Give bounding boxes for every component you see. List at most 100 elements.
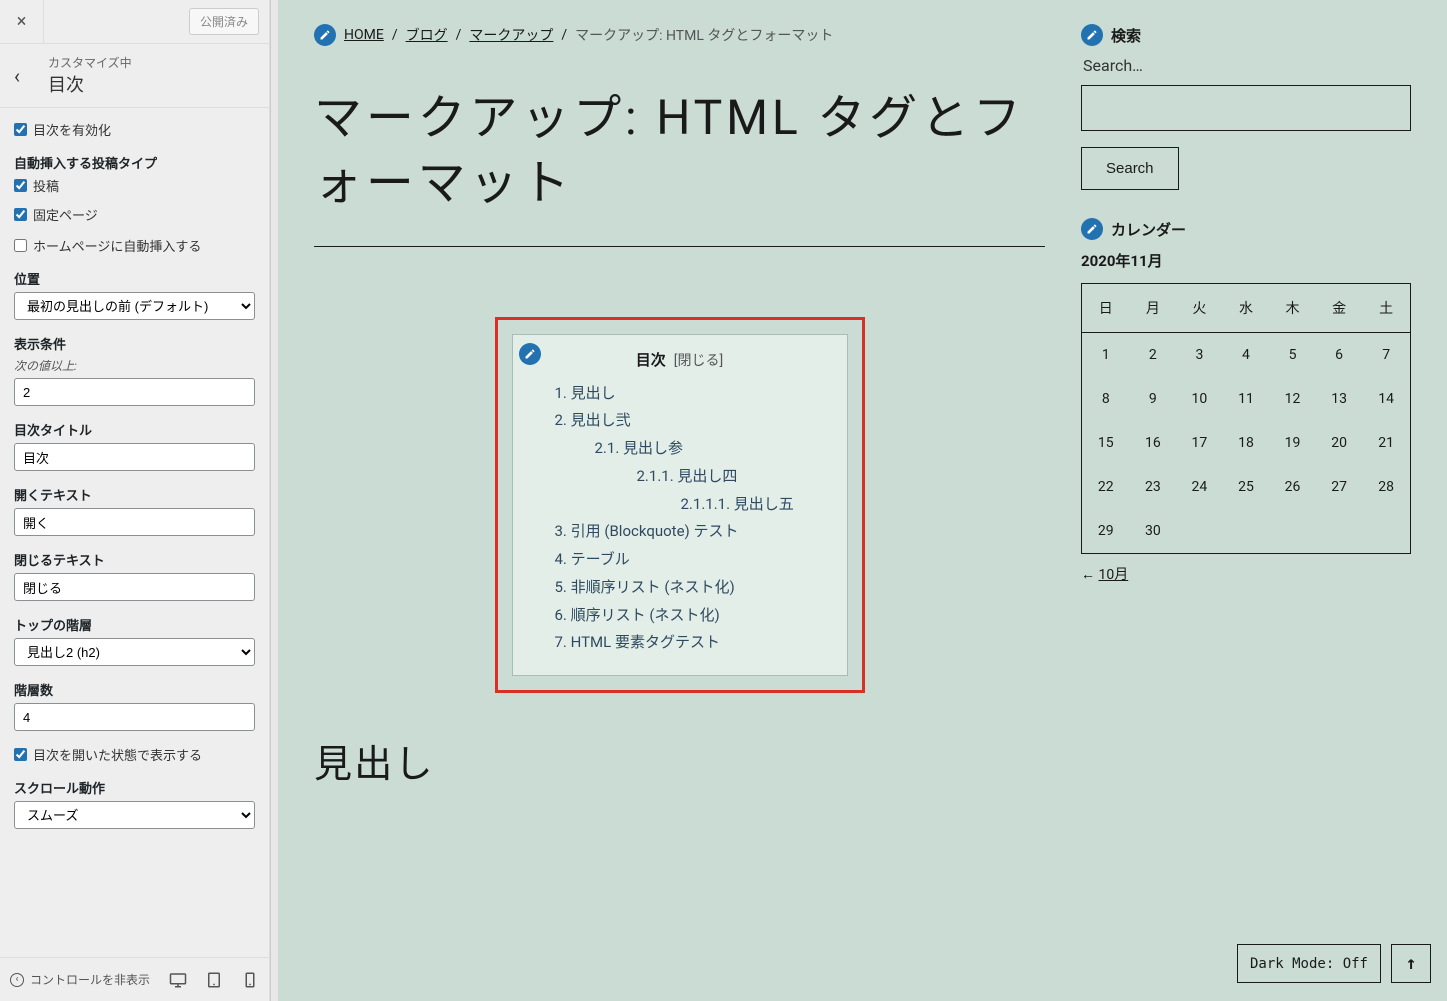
- breadcrumb-blog[interactable]: ブログ: [406, 25, 448, 45]
- calendar-day-header: 月: [1130, 284, 1177, 333]
- toc-title-input[interactable]: [14, 443, 255, 471]
- calendar-cell[interactable]: 13: [1316, 377, 1363, 421]
- calendar-cell[interactable]: 17: [1176, 421, 1223, 465]
- position-select[interactable]: 最初の見出しの前 (デフォルト): [14, 292, 255, 320]
- calendar-cell[interactable]: 26: [1269, 465, 1316, 509]
- calendar-cell[interactable]: 30: [1130, 509, 1177, 554]
- breadcrumb-home[interactable]: HOME: [344, 27, 384, 43]
- toc-item[interactable]: 1. 見出し: [533, 380, 827, 408]
- calendar-widget: カレンダー 2020年11月 日月火水木金土 12345678910111213…: [1081, 218, 1411, 584]
- dark-mode-toggle[interactable]: Dark Mode: Off: [1237, 944, 1381, 983]
- calendar-day-header: 木: [1269, 284, 1316, 333]
- calendar-widget-title: カレンダー: [1111, 219, 1186, 240]
- calendar-cell: [1316, 509, 1363, 554]
- toc-item[interactable]: 6. 順序リスト (ネスト化): [533, 602, 827, 630]
- calendar-cell[interactable]: 27: [1316, 465, 1363, 509]
- edit-shortcut-icon[interactable]: [1081, 218, 1103, 240]
- edit-shortcut-icon[interactable]: [314, 24, 336, 46]
- search-button[interactable]: Search: [1081, 147, 1179, 190]
- calendar-cell[interactable]: 14: [1362, 377, 1410, 421]
- search-input[interactable]: [1081, 85, 1411, 131]
- search-widget: 検索 Search… Search: [1081, 24, 1411, 190]
- sidebar-scrollbar[interactable]: [270, 0, 278, 1001]
- toc-item[interactable]: 2.1.1. 見出し四: [533, 463, 827, 491]
- calendar-cell[interactable]: 21: [1362, 421, 1410, 465]
- toc-item[interactable]: 2.1. 見出し参: [533, 435, 827, 463]
- calendar-cell[interactable]: 28: [1362, 465, 1410, 509]
- calendar-day-header: 火: [1176, 284, 1223, 333]
- open-text-input[interactable]: [14, 508, 255, 536]
- toc-highlight-box: 目次 [閉じる] 1. 見出し2. 見出し弐2.1. 見出し参2.1.1. 見出…: [495, 317, 865, 694]
- toc-title-label: 目次タイトル: [14, 420, 255, 439]
- calendar-cell[interactable]: 5: [1269, 333, 1316, 378]
- close-text-input[interactable]: [14, 573, 255, 601]
- calendar-cell[interactable]: 6: [1316, 333, 1363, 378]
- hide-controls-toggle[interactable]: ‹ コントロールを非表示: [10, 971, 169, 988]
- calendar-day-header: 金: [1316, 284, 1363, 333]
- calendar-day-header: 土: [1362, 284, 1410, 333]
- top-level-label: トップの階層: [14, 615, 255, 634]
- calendar-cell[interactable]: 15: [1082, 421, 1130, 465]
- toc-item[interactable]: 3. 引用 (Blockquote) テスト: [533, 518, 827, 546]
- post-checkbox[interactable]: 投稿: [14, 176, 255, 195]
- calendar-cell[interactable]: 2: [1130, 333, 1177, 378]
- toc-item[interactable]: 7. HTML 要素タグテスト: [533, 629, 827, 657]
- toc-item[interactable]: 2. 見出し弐: [533, 407, 827, 435]
- tablet-icon[interactable]: [205, 971, 223, 989]
- calendar-cell[interactable]: 24: [1176, 465, 1223, 509]
- calendar-cell[interactable]: 10: [1176, 377, 1223, 421]
- display-condition-sublabel: 次の値以上:: [14, 357, 255, 374]
- page-checkbox[interactable]: 固定ページ: [14, 205, 255, 224]
- position-label: 位置: [14, 269, 255, 288]
- calendar-cell[interactable]: 22: [1082, 465, 1130, 509]
- back-button[interactable]: ‹: [14, 64, 38, 88]
- calendar-cell[interactable]: 4: [1223, 333, 1270, 378]
- edit-shortcut-icon[interactable]: [519, 343, 541, 365]
- calendar-cell[interactable]: 29: [1082, 509, 1130, 554]
- publish-button[interactable]: 公開済み: [189, 8, 259, 35]
- calendar-cell[interactable]: 8: [1082, 377, 1130, 421]
- open-text-label: 開くテキスト: [14, 485, 255, 504]
- mobile-icon[interactable]: [241, 971, 259, 989]
- calendar-cell[interactable]: 19: [1269, 421, 1316, 465]
- calendar-cell[interactable]: 11: [1223, 377, 1270, 421]
- calendar-day-header: 水: [1223, 284, 1270, 333]
- calendar-prev-link[interactable]: ← 10月: [1081, 564, 1411, 584]
- calendar-cell[interactable]: 1: [1082, 333, 1130, 378]
- calendar-cell[interactable]: 18: [1223, 421, 1270, 465]
- enable-toc-checkbox[interactable]: 目次を有効化: [14, 120, 255, 139]
- depth-input[interactable]: [14, 703, 255, 731]
- toc-item[interactable]: 2.1.1.1. 見出し五: [533, 491, 827, 519]
- calendar-day-header: 日: [1082, 284, 1130, 333]
- breadcrumb-markup[interactable]: マークアップ: [469, 25, 553, 45]
- calendar-cell[interactable]: 25: [1223, 465, 1270, 509]
- desktop-icon[interactable]: [169, 971, 187, 989]
- top-level-select[interactable]: 見出し2 (h2): [14, 638, 255, 666]
- calendar-cell[interactable]: 9: [1130, 377, 1177, 421]
- calendar-month: 2020年11月: [1081, 250, 1411, 271]
- calendar-cell: [1362, 509, 1410, 554]
- heading-h2: 見出し: [314, 733, 1045, 788]
- calendar-cell[interactable]: 23: [1130, 465, 1177, 509]
- close-button[interactable]: ×: [0, 0, 44, 44]
- scroll-behavior-select[interactable]: スムーズ: [14, 801, 255, 829]
- depth-label: 階層数: [14, 680, 255, 699]
- toc-toggle[interactable]: [閉じる]: [674, 353, 723, 369]
- calendar-cell[interactable]: 20: [1316, 421, 1363, 465]
- calendar-cell[interactable]: 7: [1362, 333, 1410, 378]
- toc-item[interactable]: 5. 非順序リスト (ネスト化): [533, 574, 827, 602]
- initial-open-checkbox[interactable]: 目次を開いた状態で表示する: [14, 745, 255, 764]
- calendar-cell: [1223, 509, 1270, 554]
- edit-shortcut-icon[interactable]: [1081, 24, 1103, 46]
- calendar-cell[interactable]: 3: [1176, 333, 1223, 378]
- display-condition-input[interactable]: [14, 378, 255, 406]
- calendar-cell[interactable]: 12: [1269, 377, 1316, 421]
- customizing-label: カスタマイズ中: [48, 54, 132, 71]
- preview-pane: HOME / ブログ / マークアップ / マークアップ: HTML タグとフォ…: [278, 0, 1447, 1001]
- toc-list: 1. 見出し2. 見出し弐2.1. 見出し参2.1.1. 見出し四2.1.1.1…: [533, 380, 827, 658]
- toc-item[interactable]: 4. テーブル: [533, 546, 827, 574]
- breadcrumb-current: マークアップ: HTML タグとフォーマット: [575, 25, 833, 45]
- calendar-cell[interactable]: 16: [1130, 421, 1177, 465]
- homepage-auto-checkbox[interactable]: ホームページに自動挿入する: [14, 236, 255, 255]
- scroll-top-button[interactable]: ↑: [1391, 944, 1431, 983]
